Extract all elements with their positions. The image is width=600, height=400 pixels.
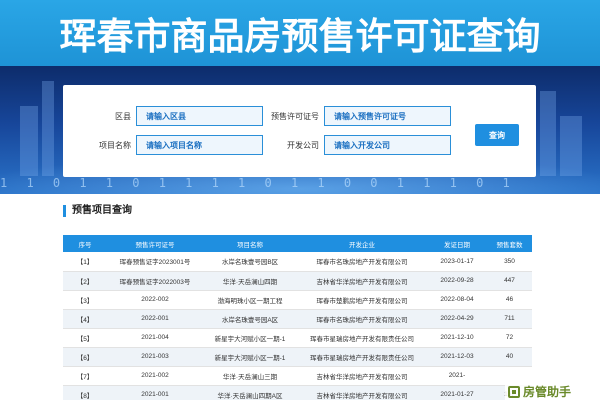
developer-input[interactable]	[324, 135, 451, 155]
table-cell: 珲春市楚鹏房地产开发有限公司	[297, 290, 427, 310]
table-cell: 2021-01-27	[427, 385, 487, 400]
house-icon	[508, 385, 520, 398]
table-cell: 2022-09-28	[427, 271, 487, 291]
table-cell: 新星宇大河赋小区一期-1	[203, 347, 297, 367]
table-cell: 2021-002	[107, 366, 203, 386]
project-field: 项目名称	[83, 135, 263, 155]
table-cell: 珲春市名珠房地产开发有限公司	[297, 252, 427, 272]
table-cell: 珲春预售证字2022003号	[107, 271, 203, 291]
table-cell: 【8】	[63, 385, 107, 400]
search-panel: 区县 预售许可证号 项目名称 开发公司 查询	[63, 85, 536, 177]
query-button[interactable]: 查询	[475, 124, 519, 146]
project-input[interactable]	[136, 135, 263, 155]
developer-field: 开发公司	[271, 135, 451, 155]
table-cell: 【3】	[63, 290, 107, 310]
table-cell: 渤海明珠小区一期工程	[203, 290, 297, 310]
table-cell: 珲春市星瑞房地产开发有限责任公司	[297, 328, 427, 348]
table-cell: 72	[487, 328, 532, 348]
district-field: 区县	[83, 106, 263, 126]
table-cell: 华洋·天岳澜山三期	[203, 366, 297, 386]
table-cell: 2021-	[427, 366, 487, 386]
table-cell: 2022-001	[107, 309, 203, 329]
column-header: 项目名称	[203, 235, 297, 252]
table-cell: 40	[487, 347, 532, 367]
table-row[interactable]: 【7】 2021-002 华洋·天岳澜山三期 吉林省华洋房地产开发有限公司 20…	[63, 366, 532, 386]
table-cell: 46	[487, 290, 532, 310]
table-cell: 水岸名珠壹号园B区	[203, 252, 297, 272]
table-row[interactable]: 【1】 珲春预售证字2023001号 水岸名珠壹号园B区 珲春市名珠房地产开发有…	[63, 252, 532, 272]
column-header: 开发企业	[297, 235, 427, 252]
table-row[interactable]: 【5】 2021-004 新星宇大河赋小区一期-1 珲春市星瑞房地产开发有限责任…	[63, 328, 532, 348]
column-header: 预售套数	[487, 235, 532, 252]
table-cell: 【5】	[63, 328, 107, 348]
table-cell: 447	[487, 271, 532, 291]
results-table: 序号 预售许可证号 项目名称 开发企业 发证日期 预售套数 【1】 珲春预售证字…	[63, 235, 532, 400]
table-cell: 【4】	[63, 309, 107, 329]
table-cell: 【7】	[63, 366, 107, 386]
section-title: 预售项目查询	[63, 205, 132, 217]
table-row[interactable]: 【3】 2022-002 渤海明珠小区一期工程 珲春市楚鹏房地产开发有限公司 2…	[63, 290, 532, 310]
table-header-row: 序号 预售许可证号 项目名称 开发企业 发证日期 预售套数	[63, 235, 532, 252]
district-label: 区县	[115, 111, 131, 121]
binary-pattern: 1 1 0 1 1 0 1 1 1 1 0 1 1 0 0 1 1 1 0 1	[0, 176, 516, 190]
table-cell: 【2】	[63, 271, 107, 291]
table-row[interactable]: 【6】 2021-003 新星宇大河赋小区一期-1 珲春市星瑞房地产开发有限责任…	[63, 347, 532, 367]
table-cell: 珲春预售证字2023001号	[107, 252, 203, 272]
table-cell: 吉林省华洋房地产开发有限公司	[297, 366, 427, 386]
table-cell: 2022-08-04	[427, 290, 487, 310]
table-row[interactable]: 【8】 2021-001 华洋·天岳澜山四期A区 吉林省华洋房地产开发有限公司 …	[63, 385, 532, 400]
table-cell: 水岸名珠壹号园A区	[203, 309, 297, 329]
table-cell: 2022-04-29	[427, 309, 487, 329]
title-banner: 珲春市商品房预售许可证查询	[0, 0, 600, 66]
table-row[interactable]: 【2】 珲春预售证字2022003号 华洋·天岳澜山四期 吉林省华洋房地产开发有…	[63, 271, 532, 291]
table-cell: 2023-01-17	[427, 252, 487, 272]
table-cell: 华洋·天岳澜山四期	[203, 271, 297, 291]
table-cell: 珲春市名珠房地产开发有限公司	[297, 309, 427, 329]
table-row[interactable]: 【4】 2022-001 水岸名珠壹号园A区 珲春市名珠房地产开发有限公司 20…	[63, 309, 532, 329]
table-cell: 珲春市星瑞房地产开发有限责任公司	[297, 347, 427, 367]
permit-input[interactable]	[324, 106, 451, 126]
table-cell: 吉林省华洋房地产开发有限公司	[297, 385, 427, 400]
table-cell: 吉林省华洋房地产开发有限公司	[297, 271, 427, 291]
table-cell: 【6】	[63, 347, 107, 367]
watermark-text: 房管助手	[523, 385, 572, 399]
table-cell: 新星宇大河赋小区一期-1	[203, 328, 297, 348]
table-cell: 2022-002	[107, 290, 203, 310]
district-input[interactable]	[136, 106, 263, 126]
table-cell: 2021-12-10	[427, 328, 487, 348]
developer-label: 开发公司	[287, 140, 319, 150]
page-title: 珲春市商品房预售许可证查询	[59, 15, 541, 58]
watermark-logo: 房管助手	[505, 382, 575, 400]
permit-field: 预售许可证号	[271, 106, 451, 126]
column-header: 序号	[63, 235, 107, 252]
table-cell: 华洋·天岳澜山四期A区	[203, 385, 297, 400]
table-cell: 2021-001	[107, 385, 203, 400]
table-cell: 350	[487, 252, 532, 272]
project-label: 项目名称	[99, 140, 131, 150]
column-header: 预售许可证号	[107, 235, 203, 252]
table-cell: 2021-004	[107, 328, 203, 348]
table-cell: 【1】	[63, 252, 107, 272]
table-cell: 2021-12-03	[427, 347, 487, 367]
column-header: 发证日期	[427, 235, 487, 252]
table-cell: 711	[487, 309, 532, 329]
table-cell: 2021-003	[107, 347, 203, 367]
permit-label: 预售许可证号	[271, 111, 319, 121]
